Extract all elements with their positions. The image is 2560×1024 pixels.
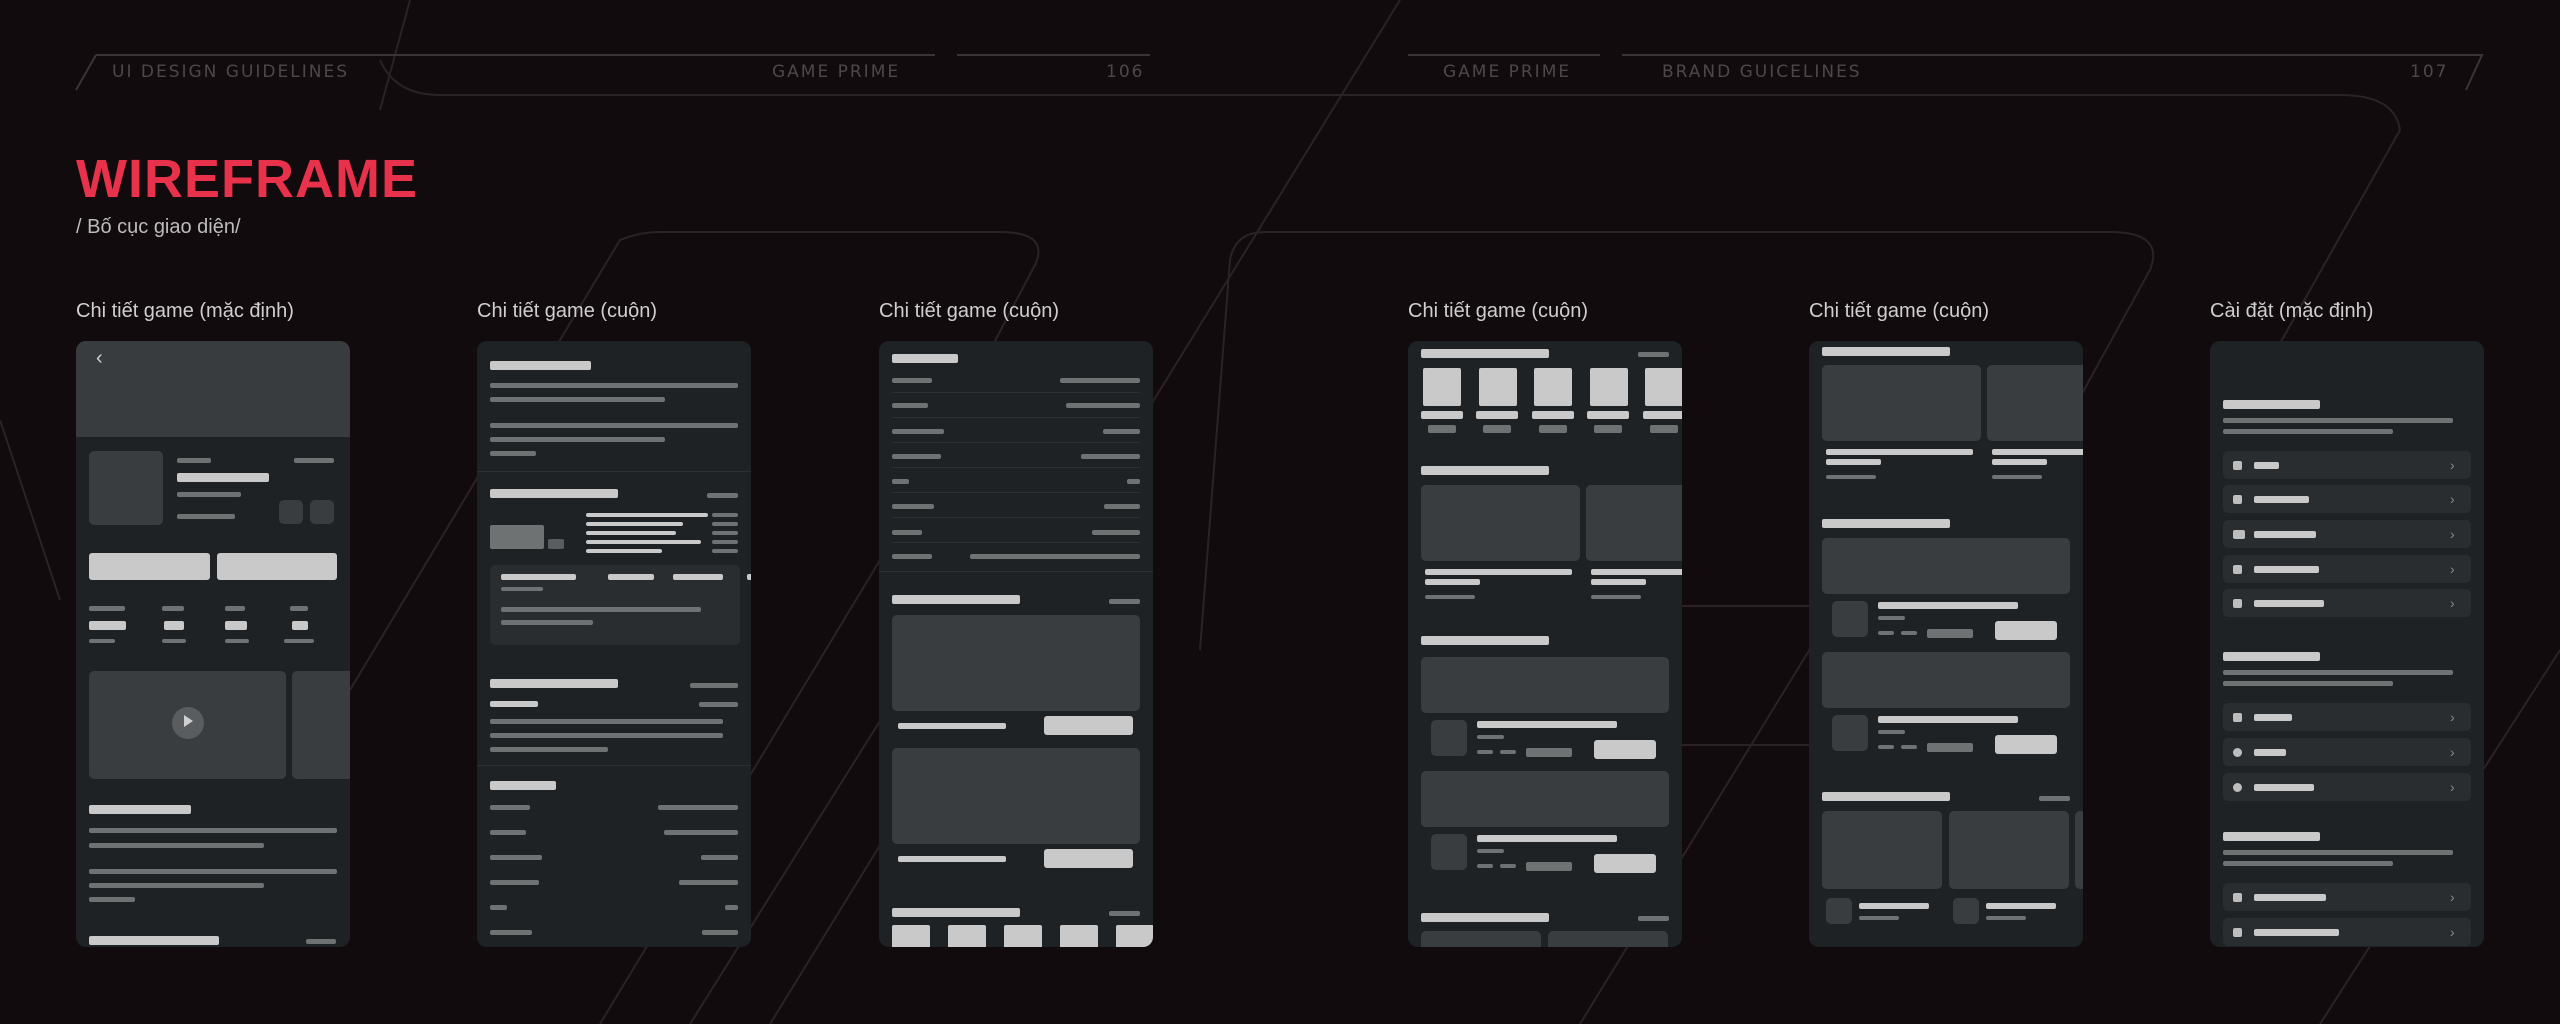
link-icon bbox=[2233, 495, 2242, 504]
screen-label-6: Cài đặt (mặc định) bbox=[2210, 300, 2374, 322]
bell-icon bbox=[2233, 928, 2242, 937]
wireframe-settings-default: › › › › › › › › › › bbox=[2210, 341, 2484, 947]
page-title: WIREFRAME bbox=[76, 149, 418, 209]
header-brand-left: GAME PRIME bbox=[772, 62, 901, 82]
page-subtitle: / Bố cục giao diện/ bbox=[76, 216, 241, 238]
header-section-right: BRAND GUICELINES bbox=[1662, 62, 1862, 82]
bluetooth-icon bbox=[2233, 713, 2242, 722]
wireframe-game-detail-scroll-4 bbox=[1809, 341, 2083, 947]
wireframe-game-detail-default: ‹ bbox=[76, 341, 350, 947]
chevron-right-icon: › bbox=[2450, 889, 2455, 905]
back-arrow-icon[interactable]: ‹ bbox=[96, 348, 103, 368]
screen-label-2: Chi tiết game (cuộn) bbox=[477, 300, 658, 322]
chevron-right-icon: › bbox=[2450, 595, 2455, 611]
chevron-right-icon: › bbox=[2450, 526, 2455, 542]
shield-icon bbox=[2233, 565, 2242, 574]
primary-button-placeholder[interactable] bbox=[89, 553, 210, 580]
bell-icon bbox=[2233, 893, 2242, 902]
chevron-right-icon: › bbox=[2450, 561, 2455, 577]
screen-label-5: Chi tiết game (cuộn) bbox=[1809, 300, 1990, 322]
header-brand-right: GAME PRIME bbox=[1443, 62, 1572, 82]
globe-icon bbox=[2233, 748, 2242, 757]
header-page-right: 107 bbox=[2410, 62, 2449, 82]
screen-label-3: Chi tiết game (cuộn) bbox=[879, 300, 1060, 322]
screen-label-1: Chi tiết game (mặc định) bbox=[76, 300, 294, 322]
wireframe-game-detail-scroll-3 bbox=[1408, 341, 1682, 947]
hero-banner bbox=[76, 341, 350, 437]
secondary-button-placeholder[interactable] bbox=[217, 553, 337, 580]
chevron-right-icon: › bbox=[2450, 779, 2455, 795]
screen-label-4: Chi tiết game (cuộn) bbox=[1408, 300, 1589, 322]
lock-icon bbox=[2233, 599, 2242, 608]
header-page-left: 106 bbox=[1106, 62, 1145, 82]
3d-icon bbox=[2233, 530, 2245, 539]
game-icon-placeholder bbox=[89, 451, 163, 525]
chevron-right-icon: › bbox=[2450, 744, 2455, 760]
chevron-right-icon: › bbox=[2450, 491, 2455, 507]
clock-icon bbox=[2233, 783, 2242, 792]
header-section-left: UI DESIGN GUIDELINES bbox=[112, 62, 349, 82]
chevron-right-icon: › bbox=[2450, 457, 2455, 473]
chevron-right-icon: › bbox=[2450, 709, 2455, 725]
user-icon bbox=[2233, 461, 2242, 470]
wireframe-game-detail-scroll-1 bbox=[477, 341, 751, 947]
wireframe-game-detail-scroll-2 bbox=[879, 341, 1153, 947]
chevron-right-icon: › bbox=[2450, 924, 2455, 940]
